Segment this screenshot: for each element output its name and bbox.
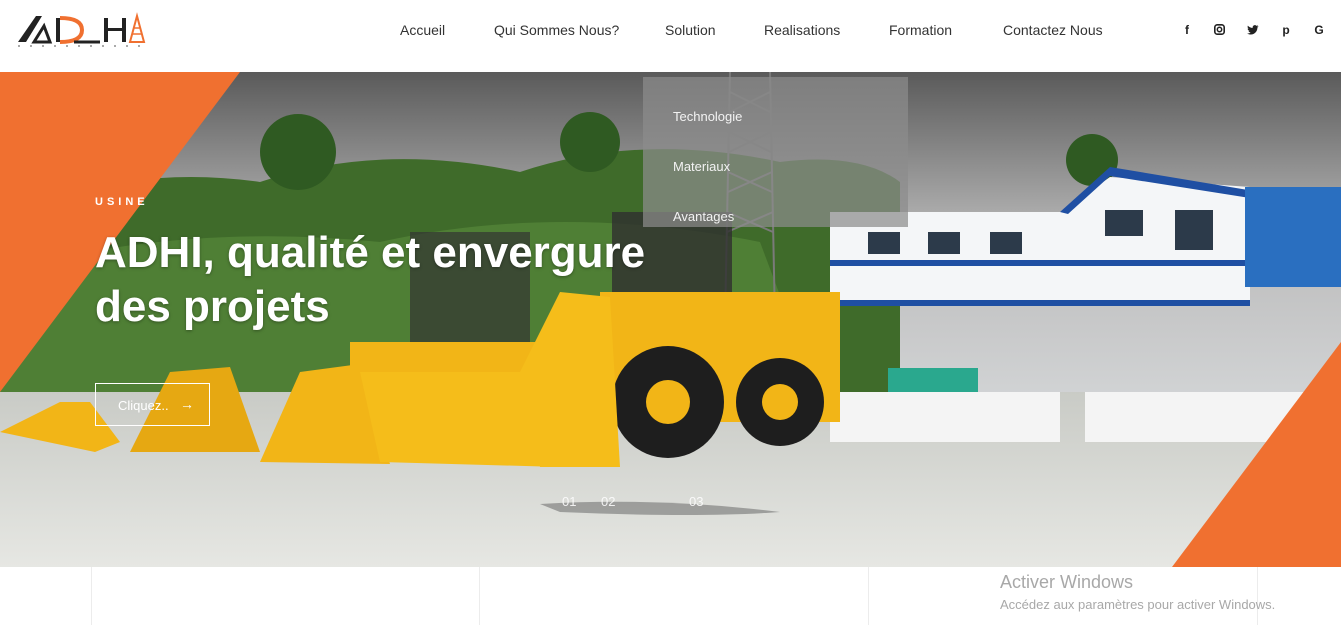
nav-qui-sommes-nous[interactable]: Qui Sommes Nous? [494,22,619,38]
slide-indicator-3[interactable]: 03 [689,494,703,509]
nav-realisations[interactable]: Realisations [764,22,840,38]
instagram-icon[interactable] [1212,23,1226,38]
solution-dropdown-menu: Technologie Materiaux Avantages [643,77,908,227]
content-section [0,567,1341,625]
nav-formation[interactable]: Formation [889,22,952,38]
hero-slider: Technologie Materiaux Avantages USINE AD… [0,72,1341,567]
activate-windows-subtitle: Accédez aux paramètres pour activer Wind… [1000,597,1276,612]
slide-indicator-1[interactable]: 01 [562,494,576,509]
column-divider [479,567,480,625]
slide-eyebrow: USINE [95,196,149,208]
pinterest-icon[interactable]: p [1279,23,1293,37]
dropdown-item-materiaux[interactable]: Materiaux [673,159,730,174]
nav-accueil[interactable]: Accueil [400,22,445,38]
nav-solution[interactable]: Solution [665,22,716,38]
column-divider [91,567,92,625]
nav-contactez-nous[interactable]: Contactez Nous [1003,22,1103,38]
column-divider [1257,567,1258,625]
cliquez-button-label: Cliquez.. [118,398,169,413]
twitter-icon[interactable] [1246,23,1260,38]
activate-windows-title: Activer Windows [1000,572,1134,592]
cliquez-button[interactable]: Cliquez.. → [95,383,210,426]
site-header: Accueil Qui Sommes Nous? Solution Realis… [0,0,1341,72]
google-icon[interactable]: G [1312,23,1326,37]
dropdown-item-technologie[interactable]: Technologie [673,109,742,124]
facebook-icon[interactable]: f [1180,23,1194,37]
arrow-right-icon: → [180,396,194,412]
slide-indicator-2[interactable]: 02 [601,494,615,509]
column-divider [868,567,869,625]
slide-headline: ADHI, qualité et envergure des projets [95,228,646,331]
main-nav: Accueil Qui Sommes Nous? Solution Realis… [0,0,1341,72]
dropdown-item-avantages[interactable]: Avantages [673,209,734,224]
